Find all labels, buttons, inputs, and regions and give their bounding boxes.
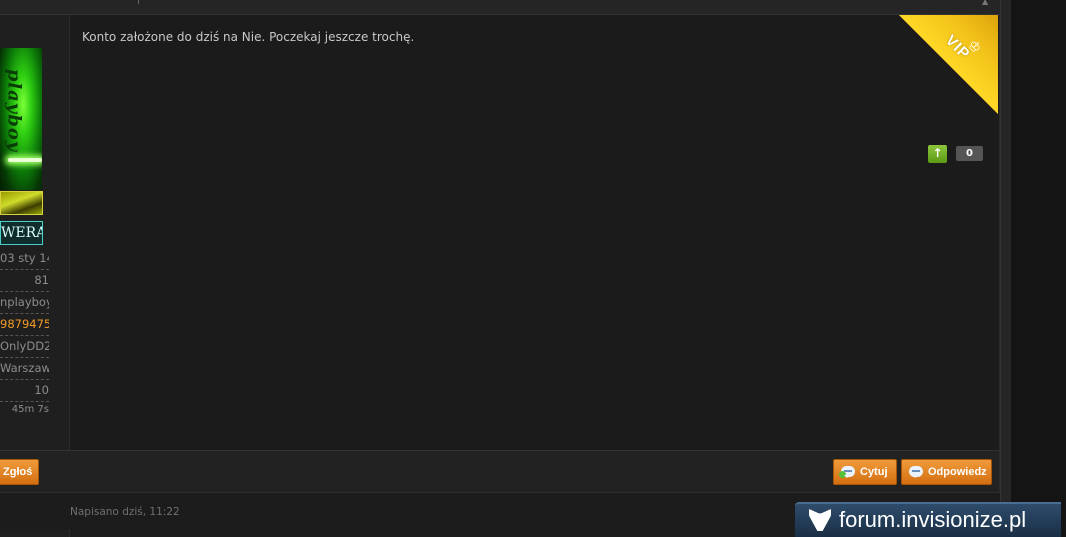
post: playboy WERA 03 sty 14 81 nplayboy 98794…	[0, 15, 1000, 450]
avatar[interactable]: playboy	[0, 48, 42, 190]
post-date: Napisano dziś, 11:22	[70, 506, 180, 518]
avatar-text: playboy	[3, 68, 25, 153]
rank-label: WERA	[0, 221, 43, 245]
previous-post-footer: ▲	[0, 0, 1000, 15]
scrollbar[interactable]	[1000, 0, 1011, 537]
invisionize-logo-icon	[809, 509, 831, 531]
reply-icon	[909, 466, 923, 478]
post-content: Konto założone do dziś na Nie. Poczekaj …	[82, 30, 415, 44]
avatar-glow	[8, 158, 42, 162]
reply-button[interactable]: Odpowiedz	[901, 459, 992, 485]
reputation-count: 0	[956, 146, 983, 161]
author-column: playboy WERA 03 sty 14 81 nplayboy 98794…	[0, 15, 70, 450]
quote-button[interactable]: Cytuj	[833, 459, 897, 485]
stat-location: Warszawa	[0, 358, 49, 380]
watermark-text: forum.invisionize.pl	[839, 507, 1027, 532]
stat-value: 10	[0, 380, 49, 402]
post-controls: Zgłoś Cytuj Odpowiedz	[0, 450, 1000, 492]
stat-time: 45m 7s	[11, 404, 49, 415]
stat-posts: 81	[0, 270, 49, 292]
stat-joined: 03 sty 14	[0, 248, 49, 270]
watermark: forum.invisionize.pl	[795, 502, 1061, 537]
chevron-up-icon[interactable]: ▲	[982, 0, 988, 6]
stat-number: 9879475	[0, 314, 49, 336]
stat-nick: OnlyDD2	[0, 336, 49, 358]
stat-username: nplayboy	[0, 292, 49, 314]
next-author-column	[0, 529, 70, 537]
reply-label: Odpowiedz	[928, 466, 987, 478]
arrow-up-icon: ↑	[932, 146, 943, 160]
reputation-up-button[interactable]: ↑	[928, 145, 947, 163]
divider	[138, 0, 139, 4]
vip-ribbon-shine	[899, 15, 998, 114]
quote-label: Cytuj	[860, 466, 888, 478]
report-button[interactable]: Zgłoś	[0, 459, 39, 485]
quote-icon	[839, 466, 855, 478]
rank-image	[0, 191, 43, 215]
